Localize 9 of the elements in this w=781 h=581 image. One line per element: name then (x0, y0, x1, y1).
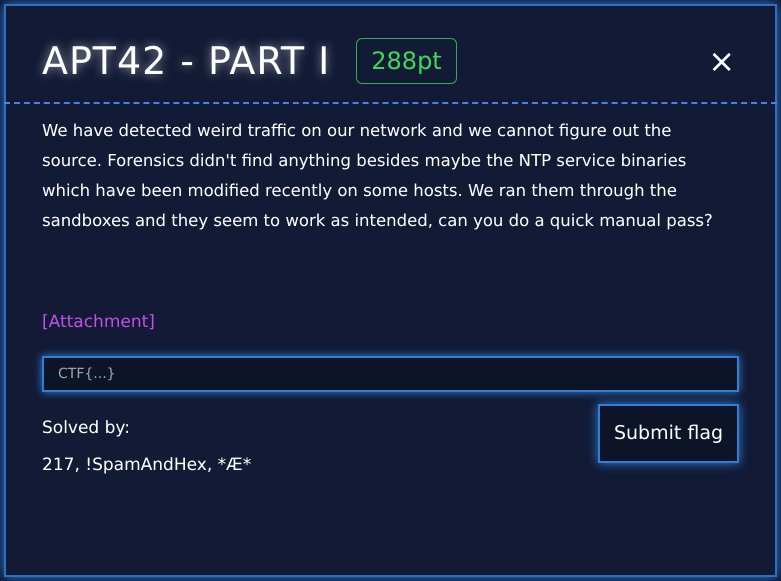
points-badge: 288pt (356, 38, 457, 84)
dialog-title: APT42 - PART I (42, 38, 330, 84)
solvers-list: 217, !SpamAndHex, *Æ* (42, 453, 252, 478)
flag-field[interactable]: CTF{...} (42, 356, 739, 392)
close-button[interactable]: × (708, 45, 735, 77)
solved-by-label: Solved by: (42, 416, 131, 440)
attachment-link[interactable]: [Attachment] (42, 310, 155, 336)
submit-flag-button[interactable]: Submit flag (598, 404, 739, 462)
challenge-description: We have detected weird traffic on our network and we cannot figure out the source. Forensics didn't find anything besides maybe the NTP service binaries which have been modified recently on some hosts. We ran them through the sandboxes and they seem to work as intended, can you do a quick manual pass? (42, 120, 714, 232)
